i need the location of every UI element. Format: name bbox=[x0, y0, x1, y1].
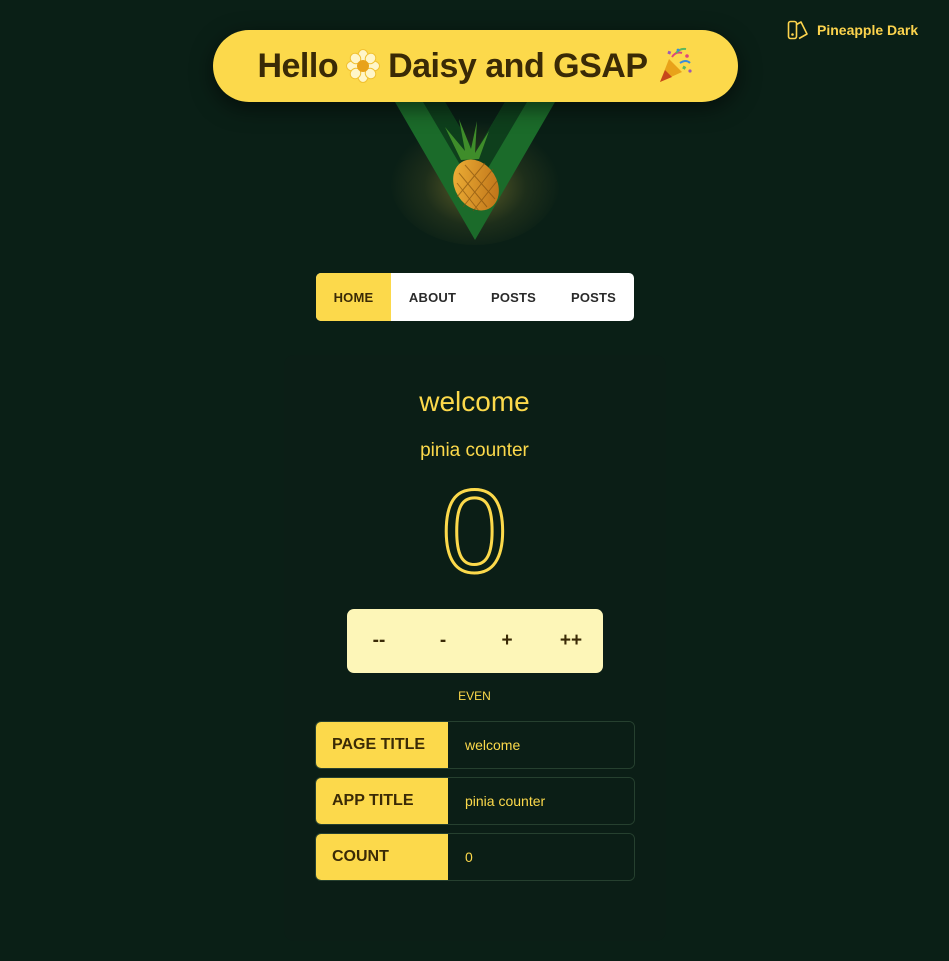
info-label: App Title bbox=[316, 778, 448, 824]
decrement-button[interactable]: - bbox=[411, 609, 475, 673]
info-value: welcome bbox=[448, 722, 634, 768]
theme-label: Pineapple Dark bbox=[817, 22, 919, 38]
party-popper-icon bbox=[656, 47, 694, 85]
main-nav: Home About Posts Posts bbox=[316, 273, 634, 321]
app-page: Pineapple Dark Hello Daisy and GSAP HOME… bbox=[0, 0, 949, 961]
increment-by-two-button[interactable]: ++ bbox=[539, 609, 603, 673]
info-row-app-title: App Title pinia counter bbox=[315, 777, 635, 825]
info-value: pinia counter bbox=[448, 778, 634, 824]
hero-title: Hello Daisy and GSAP bbox=[213, 30, 738, 102]
flower-icon bbox=[346, 49, 381, 83]
nav-item-posts[interactable]: Posts bbox=[474, 273, 553, 321]
vue-logo-with-pineapple-icon bbox=[375, 85, 575, 245]
parity-label: even bbox=[458, 689, 491, 703]
page-title: welcome bbox=[419, 386, 530, 417]
nav-item-home[interactable]: Home bbox=[316, 273, 391, 321]
counter-button-group: -- - + ++ bbox=[347, 609, 603, 673]
theme-switcher[interactable]: Pineapple Dark bbox=[787, 20, 918, 40]
nav-item-posts-2[interactable]: Posts bbox=[553, 273, 634, 321]
hero-text-daisy-gsap: Daisy and GSAP bbox=[388, 46, 648, 85]
info-value: 0 bbox=[448, 834, 634, 880]
palette-swatch-icon bbox=[787, 20, 809, 40]
nav-item-about[interactable]: About bbox=[391, 273, 474, 321]
hero-text-hello: Hello bbox=[257, 46, 339, 85]
count-display: 0 bbox=[440, 466, 509, 598]
info-row-count: Count 0 bbox=[315, 833, 635, 881]
info-row-page-title: Page Title welcome bbox=[315, 721, 635, 769]
info-label: Count bbox=[316, 834, 448, 880]
app-title: pinia counter bbox=[420, 440, 529, 461]
decrement-by-two-button[interactable]: -- bbox=[347, 609, 411, 673]
increment-button[interactable]: + bbox=[475, 609, 539, 673]
info-label: Page Title bbox=[316, 722, 448, 768]
